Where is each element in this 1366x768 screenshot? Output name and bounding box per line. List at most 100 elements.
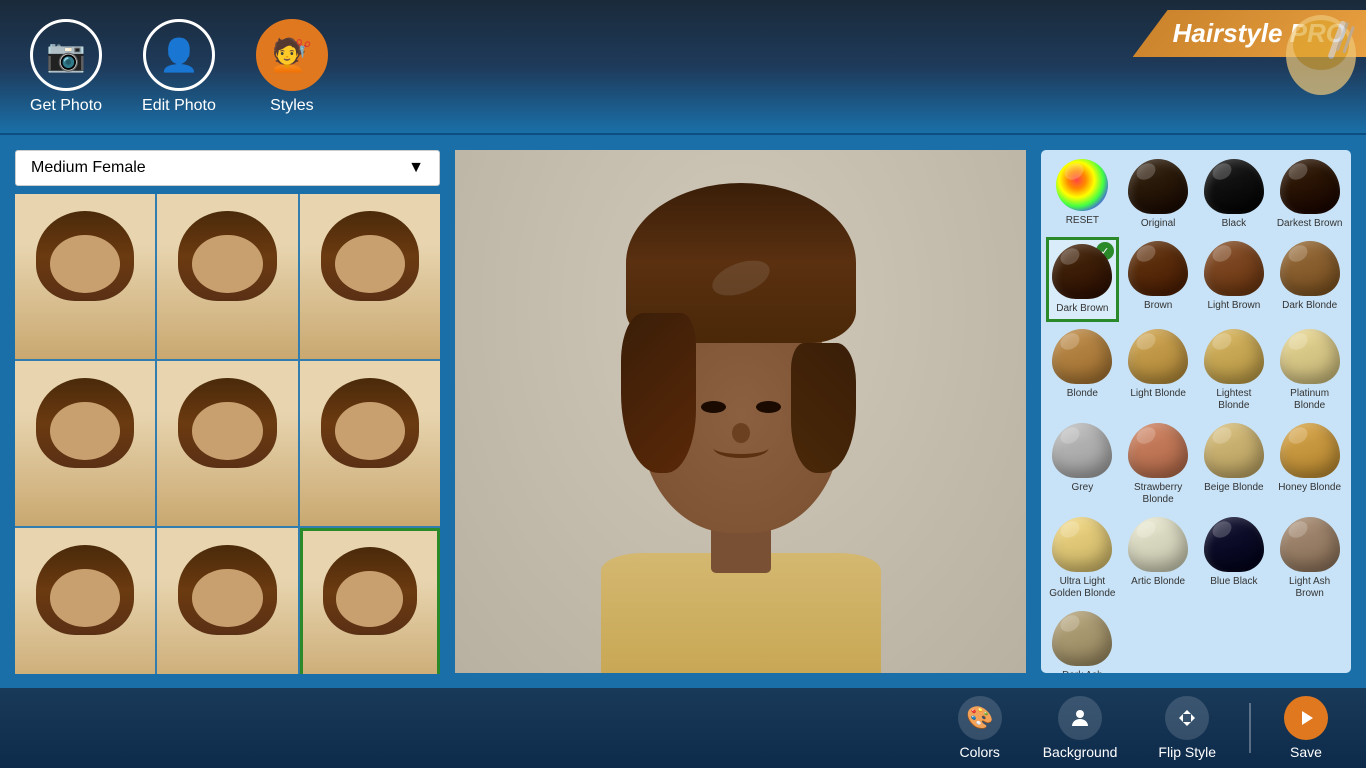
- hairstyle-icon: 💇: [256, 19, 328, 91]
- color-cell-blonde[interactable]: Blonde: [1046, 325, 1119, 416]
- style-dropdown[interactable]: Medium Female ▼: [15, 150, 440, 186]
- color-cell-lightest-blonde[interactable]: Lightest Blonde: [1198, 325, 1271, 416]
- color-swatch: [1204, 159, 1264, 214]
- style-cell[interactable]: ✓: [300, 528, 440, 674]
- style-cell[interactable]: 58: [15, 361, 155, 526]
- photo-display: [455, 150, 1026, 673]
- color-name: Light Brown: [1207, 300, 1260, 312]
- style-cell[interactable]: 55: [15, 194, 155, 359]
- style-cell[interactable]: 60: [300, 361, 440, 526]
- flip-svg: [1175, 706, 1199, 730]
- color-swatch: [1128, 241, 1188, 296]
- save-button[interactable]: Save: [1266, 688, 1346, 768]
- color-cell-brown[interactable]: Brown: [1122, 237, 1195, 322]
- style-cell[interactable]: 62: [157, 528, 297, 674]
- nav-get-photo[interactable]: 📷 Get Photo: [30, 19, 102, 115]
- color-cell-beige-blonde[interactable]: Beige Blonde: [1198, 419, 1271, 510]
- color-name: Brown: [1144, 300, 1172, 312]
- color-cell-grey[interactable]: Grey: [1046, 419, 1119, 510]
- color-name: Ultra Light Golden Blonde: [1048, 576, 1117, 600]
- save-svg: [1294, 706, 1318, 730]
- divider: [1249, 703, 1251, 753]
- color-name: Blue Black: [1210, 576, 1257, 588]
- style-cell[interactable]: 56: [157, 194, 297, 359]
- flip-style-button[interactable]: Flip Style: [1140, 688, 1234, 768]
- center-panel: [455, 150, 1026, 673]
- colors-button[interactable]: 🎨 Colors: [940, 688, 1020, 768]
- dropdown-label: Medium Female: [31, 159, 146, 177]
- background-label: Background: [1043, 744, 1118, 760]
- color-swatch: [1280, 517, 1340, 572]
- color-swatch: [1128, 423, 1188, 478]
- color-name: Strawberry Blonde: [1124, 482, 1193, 506]
- style-grid: 5556575859606162✓646566: [15, 194, 440, 674]
- flip-style-label: Flip Style: [1158, 744, 1216, 760]
- chevron-down-icon: ▼: [408, 159, 424, 177]
- style-cell[interactable]: 59: [157, 361, 297, 526]
- color-cell-artic-blonde[interactable]: Artic Blonde: [1122, 513, 1195, 604]
- color-swatch: [1128, 329, 1188, 384]
- color-swatch: [1204, 241, 1264, 296]
- left-panel: Medium Female ▼ 5556575859606162✓646566: [15, 150, 440, 673]
- color-swatch: [1204, 329, 1264, 384]
- nav-edit-photo[interactable]: 👤 Edit Photo: [142, 19, 216, 115]
- flip-style-icon: [1165, 696, 1209, 740]
- color-swatch: [1280, 329, 1340, 384]
- color-name: Artic Blonde: [1131, 576, 1185, 588]
- color-name: Dark Brown: [1056, 303, 1108, 315]
- color-swatch: [1280, 423, 1340, 478]
- style-cell[interactable]: 61: [15, 528, 155, 674]
- background-icon: [1058, 696, 1102, 740]
- color-name: Grey: [1072, 482, 1094, 494]
- color-cell-strawberry-blonde[interactable]: Strawberry Blonde: [1122, 419, 1195, 510]
- color-cell-reset[interactable]: RESET: [1046, 155, 1119, 234]
- color-swatch: [1280, 241, 1340, 296]
- main-content: Medium Female ▼ 5556575859606162✓646566: [0, 135, 1366, 688]
- bottom-bar: 🎨 Colors Background Flip Style Save: [0, 688, 1366, 768]
- color-cell-platinum-blonde[interactable]: Platinum Blonde: [1273, 325, 1346, 416]
- color-swatch: [1052, 611, 1112, 666]
- color-cell-original[interactable]: Original: [1122, 155, 1195, 234]
- style-cell[interactable]: 57: [300, 194, 440, 359]
- color-cell-light-brown[interactable]: Light Brown: [1198, 237, 1271, 322]
- color-swatch: [1204, 517, 1264, 572]
- edit-photo-label: Edit Photo: [142, 97, 216, 115]
- color-name: Light Ash Brown: [1275, 576, 1344, 600]
- color-name: Beige Blonde: [1204, 482, 1264, 494]
- color-cell-dark-ash-blonde[interactable]: Dark Ash Blonde: [1046, 607, 1119, 673]
- color-cell-honey-blonde[interactable]: Honey Blonde: [1273, 419, 1346, 510]
- color-swatch: [1052, 329, 1112, 384]
- color-name: Black: [1222, 218, 1246, 230]
- colors-icon: 🎨: [958, 696, 1002, 740]
- color-cell-darkest-brown[interactable]: Darkest Brown: [1273, 155, 1346, 234]
- color-name: Honey Blonde: [1278, 482, 1341, 494]
- color-cell-light-ash-brown[interactable]: Light Ash Brown: [1273, 513, 1346, 604]
- color-swatch: [1128, 159, 1188, 214]
- color-cell-ultra-light-golden-blonde[interactable]: Ultra Light Golden Blonde: [1046, 513, 1119, 604]
- color-cell-black[interactable]: Black: [1198, 155, 1271, 234]
- color-cell-blue-black[interactable]: Blue Black: [1198, 513, 1271, 604]
- color-swatch: [1052, 423, 1112, 478]
- nav-styles[interactable]: 💇 Styles: [256, 19, 328, 115]
- background-svg: [1068, 706, 1092, 730]
- color-name: Blonde: [1067, 388, 1098, 400]
- color-cell-light-blonde[interactable]: Light Blonde: [1122, 325, 1195, 416]
- color-name: Lightest Blonde: [1200, 388, 1269, 412]
- logo-area: Hairstyle PRO: [1046, 0, 1366, 135]
- color-name: Platinum Blonde: [1275, 388, 1344, 412]
- color-name: Dark Blonde: [1282, 300, 1337, 312]
- color-swatch: [1056, 159, 1108, 211]
- get-photo-label: Get Photo: [30, 97, 102, 115]
- color-cell-dark-blonde[interactable]: Dark Blonde: [1273, 237, 1346, 322]
- colors-label: Colors: [959, 744, 999, 760]
- right-panel: RESET Original Black Darkest Brown ✓Dark Bro…: [1041, 150, 1351, 673]
- color-name: RESET: [1066, 215, 1099, 227]
- save-icon: [1284, 696, 1328, 740]
- background-button[interactable]: Background: [1025, 688, 1136, 768]
- header: 📷 Get Photo 👤 Edit Photo 💇 Styles Hairst…: [0, 0, 1366, 135]
- camera-icon: 📷: [30, 19, 102, 91]
- color-name: Darkest Brown: [1277, 218, 1343, 230]
- color-cell-dark-brown[interactable]: ✓Dark Brown: [1046, 237, 1119, 322]
- color-name: Dark Ash Blonde: [1048, 670, 1117, 673]
- logo-decoration: [1246, 0, 1366, 135]
